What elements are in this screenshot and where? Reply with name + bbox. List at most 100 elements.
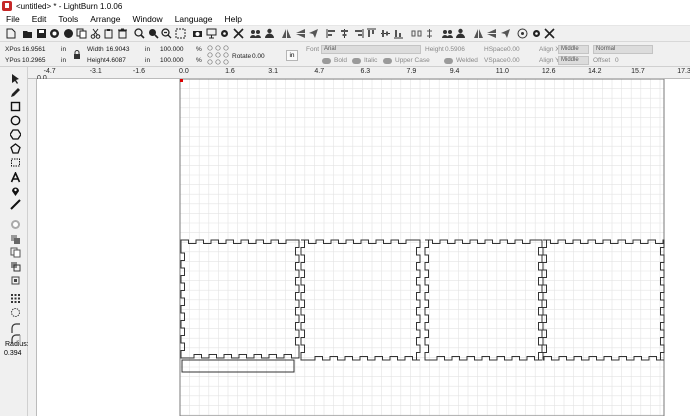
copy-stack-icon[interactable] <box>9 233 21 245</box>
camera-icon[interactable] <box>192 28 204 40</box>
zoom-in-icon[interactable] <box>134 28 146 40</box>
group-icon-2[interactable] <box>441 28 453 40</box>
corner-icon-glyph <box>10 322 20 333</box>
boolean-icon-glyph <box>10 261 20 271</box>
radius-value[interactable]: 0.394 <box>4 350 22 357</box>
open-folder-icon[interactable] <box>22 28 34 40</box>
distribute-h-icon[interactable] <box>410 28 422 40</box>
width-input[interactable]: 16.9043 <box>106 46 130 53</box>
person-icon-2[interactable] <box>455 28 467 40</box>
align-center-icon[interactable] <box>339 28 351 40</box>
text-tool-icon[interactable] <box>9 171 21 183</box>
rectangle-icon[interactable] <box>9 100 21 112</box>
pentagon-icon[interactable] <box>9 142 21 154</box>
welded-toggle[interactable] <box>444 58 453 64</box>
duplicate-icon[interactable] <box>9 246 21 258</box>
settings-gear-icon[interactable] <box>219 28 231 40</box>
group-icon[interactable] <box>250 28 262 40</box>
monitor-icon-glyph <box>206 28 216 39</box>
square-small-icon[interactable] <box>9 274 21 286</box>
offset-input[interactable]: 0 <box>615 57 619 64</box>
workspace-canvas[interactable] <box>37 78 690 416</box>
boolean-icon[interactable] <box>9 260 21 272</box>
pencil-icon[interactable] <box>9 86 21 98</box>
target-icon[interactable] <box>517 28 529 40</box>
delete-icon[interactable] <box>116 28 128 40</box>
rotate-unit-button[interactable]: in <box>286 50 298 61</box>
paste-icon[interactable] <box>103 28 115 40</box>
scale-y-input[interactable]: 100.000 <box>160 57 184 64</box>
ypos-input[interactable]: 10.2965 <box>22 57 46 64</box>
menu-item-window[interactable]: Window <box>126 14 168 24</box>
new-file-icon[interactable] <box>4 28 16 40</box>
align-right-icon[interactable] <box>352 28 364 40</box>
xpos-input[interactable]: 16.9561 <box>22 46 46 53</box>
mirror-icon-2[interactable] <box>472 28 484 40</box>
radius-icon[interactable] <box>9 333 21 345</box>
zoom-fit-icon[interactable] <box>147 28 159 40</box>
menu-item-language[interactable]: Language <box>169 14 219 24</box>
grid-array-icon[interactable] <box>9 292 21 304</box>
cut-icon[interactable] <box>89 28 101 40</box>
align-top-icon[interactable] <box>366 28 378 40</box>
menu-item-tools[interactable]: Tools <box>52 14 84 24</box>
offset-icon[interactable] <box>9 218 21 230</box>
font-select[interactable]: Arial <box>321 45 421 54</box>
menu-item-edit[interactable]: Edit <box>26 14 53 24</box>
grid-array-icon-glyph <box>10 293 20 303</box>
mirror-icon-3[interactable] <box>486 28 498 40</box>
align-left-icon[interactable] <box>325 28 337 40</box>
align-bottom-icon[interactable] <box>393 28 405 40</box>
align-x-select[interactable]: Middle <box>558 45 589 54</box>
ellipse-icon[interactable] <box>9 114 21 126</box>
bold-toggle[interactable] <box>322 58 331 64</box>
hspace-label: HSpace <box>484 46 508 53</box>
send-icon-2[interactable] <box>499 28 511 40</box>
align-middle-icon-glyph <box>380 30 390 37</box>
text-height-input[interactable]: 0.5906 <box>445 46 465 53</box>
select-arrow-icon[interactable] <box>9 72 21 84</box>
anchor-point-selector[interactable] <box>207 45 229 65</box>
camera-icon-glyph <box>193 31 202 37</box>
save-icon[interactable] <box>35 28 47 40</box>
polygon-icon[interactable] <box>9 128 21 140</box>
send-icon[interactable] <box>308 28 320 40</box>
color-wheel-icon[interactable] <box>49 28 61 40</box>
target-icon-glyph <box>517 28 528 39</box>
tools-icon[interactable] <box>232 28 244 40</box>
measure-icon[interactable] <box>9 198 21 210</box>
align-middle-icon[interactable] <box>379 28 391 40</box>
monitor-icon[interactable] <box>205 28 217 40</box>
circular-array-icon[interactable] <box>9 306 21 318</box>
position-pin-icon[interactable] <box>9 185 21 197</box>
person-icon[interactable] <box>263 28 275 40</box>
zoom-out-icon[interactable] <box>161 28 173 40</box>
canvas-area[interactable] <box>37 78 690 416</box>
settings-icon-2[interactable] <box>530 28 542 40</box>
distribute-h-icon-glyph <box>411 30 421 37</box>
text-mode-select[interactable]: Normal <box>593 45 653 54</box>
scale-y-percent: % <box>196 57 202 64</box>
copy-icon[interactable] <box>76 28 88 40</box>
scale-x-input[interactable]: 100.000 <box>160 46 184 53</box>
dotted-rect-icon[interactable] <box>9 156 21 168</box>
height-input[interactable]: 4.6087 <box>106 57 126 64</box>
circle-icon[interactable] <box>62 28 74 40</box>
italic-toggle[interactable] <box>352 58 361 64</box>
distribute-v-icon[interactable] <box>424 28 436 40</box>
upper-case-toggle[interactable] <box>383 58 392 64</box>
lock-aspect-icon[interactable] <box>73 50 81 59</box>
mirror-vertical-icon[interactable] <box>294 28 306 40</box>
vspace-input[interactable]: 0.00 <box>507 57 520 64</box>
menu-item-help[interactable]: Help <box>219 14 248 24</box>
select-arrow-icon-glyph <box>11 73 19 84</box>
hspace-input[interactable]: 0.00 <box>507 46 520 53</box>
menu-item-arrange[interactable]: Arrange <box>84 14 126 24</box>
align-y-select[interactable]: Middle <box>558 56 589 65</box>
tools-icon-2[interactable] <box>544 28 556 40</box>
rotate-input[interactable]: 0.00 <box>252 53 265 60</box>
menu-item-file[interactable]: File <box>0 14 26 24</box>
zoom-frame-icon[interactable] <box>174 28 186 40</box>
mirror-horizontal-icon[interactable] <box>281 28 293 40</box>
mirror-icon-2-glyph <box>473 29 483 38</box>
